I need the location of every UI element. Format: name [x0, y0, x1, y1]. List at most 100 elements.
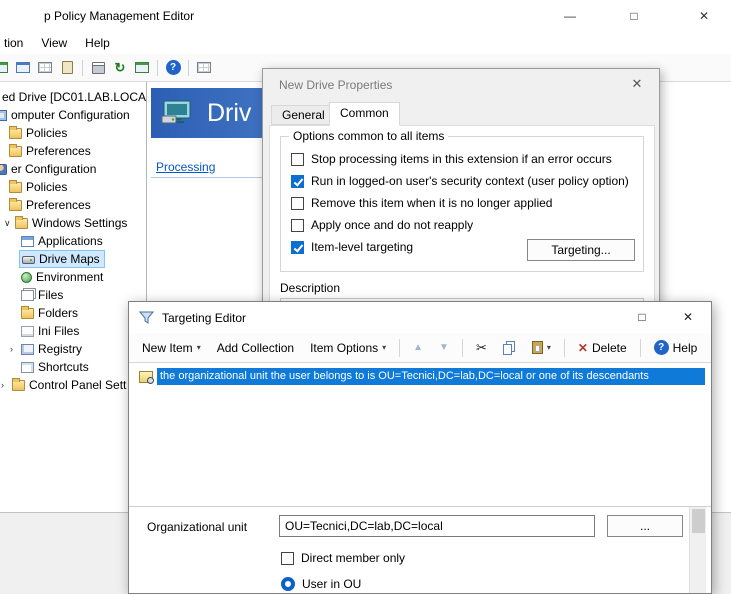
toolbar-icon-clipboard[interactable] [57, 58, 77, 78]
maximize-button[interactable]: □ [619, 302, 665, 332]
copy-icon [503, 344, 512, 355]
targeting-item[interactable]: the organizational unit the user belongs… [139, 368, 705, 385]
checkbox-label: Apply once and do not reapply [311, 218, 473, 232]
checkbox-unchecked-icon[interactable] [291, 197, 304, 210]
scrollbar-thumb[interactable] [692, 509, 705, 533]
checkbox-unchecked-icon[interactable] [281, 552, 294, 565]
maximize-button[interactable]: □ [609, 0, 659, 32]
direct-member-only-checkbox[interactable]: Direct member only [281, 551, 405, 565]
tree-item-ini-files[interactable]: Ini Files [0, 322, 146, 340]
user-icon [0, 164, 7, 175]
maximize-icon: □ [630, 9, 637, 23]
export-icon [135, 62, 149, 73]
dialog-title: Targeting Editor [162, 311, 246, 325]
delete-x-icon: ✕ [578, 341, 588, 355]
tree-item-label: Files [38, 288, 63, 302]
chevron-down-icon: ▾ [197, 343, 201, 352]
tab-common[interactable]: Common [329, 102, 400, 126]
button-label: Add Collection [217, 341, 294, 355]
toolbar-icon-list-view[interactable] [194, 58, 214, 78]
paste-button[interactable]: ▾ [525, 338, 558, 357]
move-up-button[interactable]: ▲ [406, 339, 430, 356]
tree-item-files[interactable]: Files [0, 286, 146, 304]
tree-item-registry[interactable]: › Registry [0, 340, 146, 358]
tree-item-user-configuration[interactable]: er Configuration [0, 160, 146, 178]
description-label: Description [280, 281, 340, 295]
checkbox-unchecked-icon[interactable] [291, 153, 304, 166]
checkbox-remove-item[interactable]: Remove this item when it is no longer ap… [291, 196, 635, 210]
checkbox-checked-icon[interactable] [291, 241, 304, 254]
vertical-scrollbar[interactable] [689, 507, 706, 593]
tree-item-gpo-root[interactable]: ed Drive [DC01.LAB.LOCA [0, 88, 146, 106]
expander-closed-icon[interactable]: › [10, 344, 21, 354]
radio-label: User in OU [302, 577, 361, 591]
toolbar-icon-back[interactable] [0, 58, 11, 78]
folder-icon [9, 128, 22, 139]
close-button[interactable]: ✕ [665, 302, 711, 332]
checkbox-label: Run in logged-on user's security context… [311, 174, 629, 188]
expander-open-icon[interactable]: ∨ [4, 218, 15, 229]
tree-item-windows-settings[interactable]: ∨ Windows Settings [0, 214, 146, 232]
toolbar-icon-print[interactable] [88, 58, 108, 78]
new-item-button[interactable]: New Item ▾ [135, 338, 208, 358]
checkbox-unchecked-icon[interactable] [291, 219, 304, 232]
tree-item-policies-user[interactable]: Policies [0, 178, 146, 196]
checkbox-apply-once[interactable]: Apply once and do not reapply [291, 218, 635, 232]
delete-button[interactable]: ✕ Delete [571, 338, 634, 358]
toolbar-icon-help[interactable]: ? [163, 58, 183, 78]
tree-item-environment[interactable]: Environment [0, 268, 146, 286]
toolbar-icon-refresh[interactable]: ↻ [110, 58, 130, 78]
toolbar-separator [188, 60, 189, 76]
checkbox-stop-processing[interactable]: Stop processing items in this extension … [291, 152, 635, 166]
targeting-toolbar: New Item ▾ Add Collection Item Options ▾… [129, 333, 711, 363]
radio-checked-icon[interactable] [281, 577, 295, 591]
copy-button[interactable] [496, 338, 523, 358]
toolbar-icon-console-tree[interactable] [35, 58, 55, 78]
tree-item-preferences-user[interactable]: Preferences [0, 196, 146, 214]
folder-icon [9, 146, 22, 157]
tree-item-drive-maps[interactable]: Drive Maps [0, 250, 146, 268]
expander-closed-icon[interactable]: › [1, 380, 12, 390]
tree-item-label: Applications [38, 234, 103, 248]
toolbar-icon-forward[interactable] [13, 58, 33, 78]
options-groupbox: Options common to all items Stop process… [280, 136, 644, 272]
menu-help[interactable]: Help [76, 32, 119, 54]
table-icon [38, 62, 52, 73]
tree-item-policies[interactable]: Policies [0, 124, 146, 142]
targeting-button[interactable]: Targeting... [527, 239, 635, 261]
drive-maps-icon [161, 100, 195, 127]
paste-icon [532, 341, 543, 354]
toolbar-icon-export[interactable] [132, 58, 152, 78]
folder-icon [12, 380, 25, 391]
table-icon [197, 62, 211, 73]
add-collection-button[interactable]: Add Collection [210, 338, 301, 358]
help-button[interactable]: ? Help [647, 337, 705, 358]
targeting-items-list: the organizational unit the user belongs… [129, 363, 711, 506]
tree-item-label: Drive Maps [39, 252, 100, 266]
tree-item-control-panel-settings[interactable]: › Control Panel Sett [0, 376, 146, 394]
checkbox-run-user-context[interactable]: Run in logged-on user's security context… [291, 174, 635, 188]
browse-button[interactable]: ... [607, 515, 683, 537]
tree-item-shortcuts[interactable]: Shortcuts [0, 358, 146, 376]
processing-link[interactable]: Processing [156, 160, 215, 174]
menu-view[interactable]: View [32, 32, 76, 54]
close-button[interactable]: ✕ [615, 69, 659, 99]
drive-icon [22, 256, 35, 264]
minimize-button[interactable]: — [545, 0, 595, 32]
tree-item-folders[interactable]: Folders [0, 304, 146, 322]
tree-item-computer-configuration[interactable]: omputer Configuration [0, 106, 146, 124]
item-options-button[interactable]: Item Options ▾ [303, 338, 393, 358]
tree-item-preferences[interactable]: Preferences [0, 142, 146, 160]
checkbox-checked-icon[interactable] [291, 175, 304, 188]
tree-item-label: Ini Files [38, 324, 79, 338]
organizational-unit-input[interactable] [279, 515, 595, 537]
tab-general[interactable]: General [271, 105, 336, 125]
targeting-editor-dialog: Targeting Editor □ ✕ New Item ▾ Add Coll… [128, 301, 712, 594]
close-button[interactable]: ✕ [679, 0, 729, 32]
menu-action[interactable]: tion [0, 32, 32, 54]
dialog-titlebar: Targeting Editor □ ✕ [129, 302, 711, 333]
cut-button[interactable]: ✂ [469, 337, 494, 359]
move-down-button[interactable]: ▼ [432, 339, 456, 356]
user-in-ou-radio[interactable]: User in OU [281, 577, 361, 591]
tree-item-applications[interactable]: Applications [0, 232, 146, 250]
